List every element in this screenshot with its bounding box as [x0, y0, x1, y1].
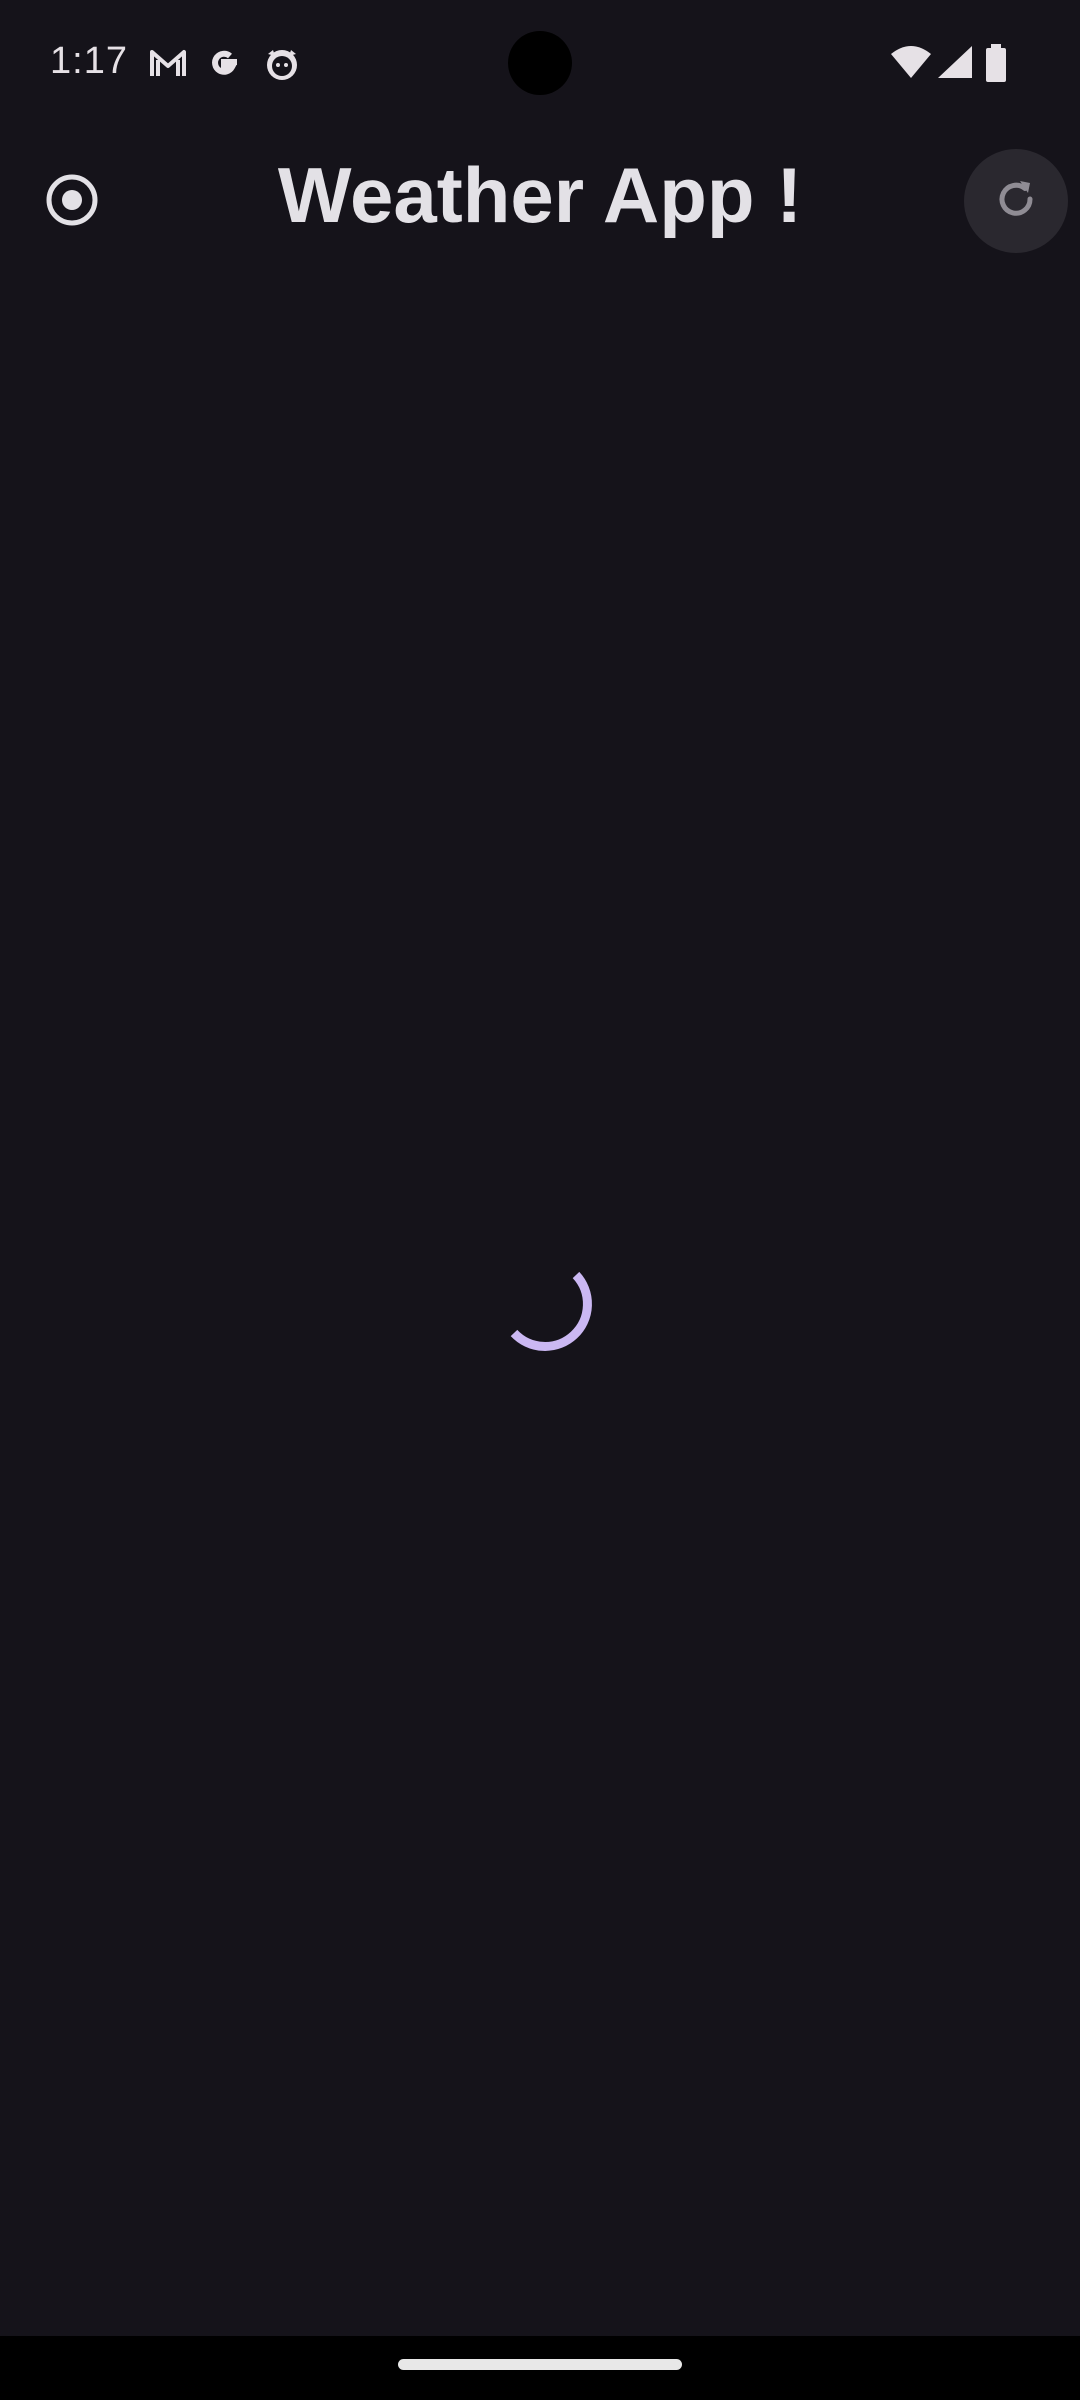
- loading-spinner: [500, 1262, 596, 1358]
- home-indicator[interactable]: [398, 2359, 682, 2370]
- top-app-bar: Weather App !: [0, 128, 1080, 276]
- cat-app-icon: [262, 44, 302, 84]
- app-screen: 1:17 Weather App !: [0, 0, 1080, 2400]
- google-icon: [204, 44, 244, 84]
- status-bar: 1:17: [0, 0, 1080, 128]
- page-title: Weather App !: [277, 151, 803, 239]
- system-navigation-bar: [0, 2336, 1080, 2400]
- refresh-icon: [992, 175, 1040, 228]
- signal-icon: [936, 44, 976, 84]
- status-time: 1:17: [50, 40, 128, 82]
- refresh-button[interactable]: [964, 149, 1068, 253]
- camera-cutout: [508, 31, 572, 95]
- battery-icon: [984, 44, 1008, 84]
- gmail-icon: [148, 44, 188, 84]
- wifi-icon: [890, 44, 932, 84]
